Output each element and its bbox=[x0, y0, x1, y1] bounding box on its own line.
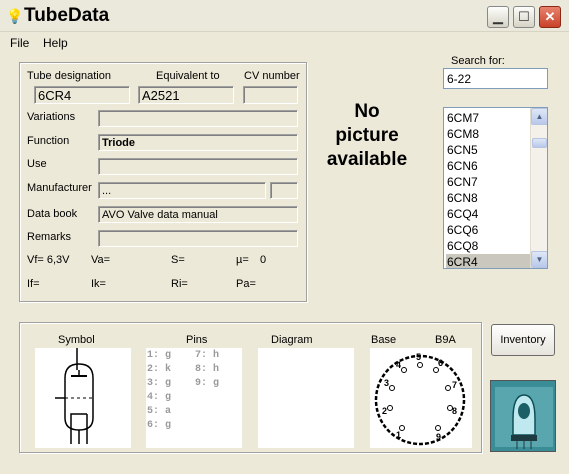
scroll-thumb[interactable] bbox=[532, 138, 547, 148]
no-picture-line2: picture bbox=[335, 125, 399, 146]
list-item[interactable]: 6CM7 bbox=[446, 110, 532, 126]
param-ik: Ik= bbox=[91, 278, 106, 290]
use-label: Use bbox=[27, 158, 47, 170]
base-pin-number: 5 bbox=[416, 352, 421, 362]
pin-entry: 2: k bbox=[147, 364, 172, 375]
base-pin-number: 6 bbox=[438, 358, 443, 368]
list-item[interactable]: 6CQ6 bbox=[446, 222, 532, 238]
listbox-scrollbar[interactable]: ▲ ▼ bbox=[530, 108, 547, 268]
close-button[interactable]: ✕ bbox=[539, 6, 561, 28]
title-bar: 💡 TubeData ▁ ☐ ✕ bbox=[0, 0, 569, 32]
list-item[interactable]: 6CQ8 bbox=[446, 238, 532, 254]
diagram-panel bbox=[258, 348, 354, 448]
pin-entry: 5: a bbox=[147, 406, 172, 417]
pin-entry: 9: g bbox=[195, 378, 220, 389]
symbol-label: Symbol bbox=[58, 334, 95, 346]
param-s: S= bbox=[171, 254, 185, 266]
cv-number-label: CV number bbox=[244, 70, 300, 82]
base-pin-number: 4 bbox=[396, 360, 401, 370]
pin-entry: 7: h bbox=[195, 350, 220, 361]
minimize-button[interactable]: ▁ bbox=[487, 6, 509, 28]
maximize-button[interactable]: ☐ bbox=[513, 6, 535, 28]
base-pin-number: 3 bbox=[384, 378, 389, 388]
triode-symbol-icon bbox=[55, 348, 94, 444]
manufacturer-label: Manufacturer bbox=[27, 182, 92, 194]
inventory-button[interactable]: Inventory bbox=[491, 324, 555, 356]
tube-designation-field[interactable]: 6CR4 bbox=[34, 86, 130, 104]
tube-designation-label: Tube designation bbox=[27, 70, 111, 82]
base-type-label: B9A bbox=[435, 334, 456, 346]
list-item[interactable]: 6CQ4 bbox=[446, 206, 532, 222]
param-pa: Pa= bbox=[236, 278, 256, 290]
no-picture-text: No picture available bbox=[312, 100, 422, 172]
menu-help[interactable]: Help bbox=[43, 36, 68, 50]
base-pin-number: 9 bbox=[436, 432, 441, 442]
use-field[interactable] bbox=[98, 158, 298, 175]
list-item-selected[interactable]: 6CR4 bbox=[446, 254, 532, 268]
param-va: Va= bbox=[91, 254, 111, 266]
menu-bar: File Help bbox=[0, 33, 569, 53]
remarks-label: Remarks bbox=[27, 231, 72, 243]
lightbulb-icon: 💡 bbox=[6, 8, 24, 24]
param-if: If= bbox=[27, 278, 40, 290]
variations-label: Variations bbox=[27, 111, 76, 123]
pin-entry: 1: g bbox=[147, 350, 172, 361]
pin-entry: 6: g bbox=[147, 420, 172, 431]
search-label: Search for: bbox=[451, 55, 505, 67]
pin-entry: 3: g bbox=[147, 378, 172, 389]
base-pin-number: 2 bbox=[382, 406, 387, 416]
param-mu: µ= bbox=[236, 254, 249, 266]
results-listbox[interactable]: 6CM7 6CM8 6CN5 6CN6 6CN7 6CN8 6CQ4 6CQ6 … bbox=[443, 107, 548, 269]
param-vf: Vf= 6,3V bbox=[27, 254, 70, 266]
manufacturer-extra-field[interactable] bbox=[270, 182, 298, 199]
scroll-up-icon[interactable]: ▲ bbox=[531, 108, 547, 125]
variations-field[interactable] bbox=[98, 110, 298, 127]
search-input[interactable]: 6-22 bbox=[443, 68, 548, 89]
equivalent-label: Equivalent to bbox=[156, 70, 220, 82]
menu-file[interactable]: File bbox=[10, 36, 29, 50]
list-item[interactable]: 6CN5 bbox=[446, 142, 532, 158]
base-pin-number: 8 bbox=[452, 406, 457, 416]
base-pin-number: 1 bbox=[396, 430, 401, 440]
list-item[interactable]: 6CN7 bbox=[446, 174, 532, 190]
function-label: Function bbox=[27, 135, 70, 147]
databook-field[interactable]: AVO Valve data manual bbox=[98, 206, 298, 223]
list-item[interactable]: 6CN8 bbox=[446, 190, 532, 206]
tube-logo-icon bbox=[490, 380, 556, 452]
pin-entry: 8: h bbox=[195, 364, 220, 375]
base-label: Base bbox=[371, 334, 397, 346]
manufacturer-field[interactable]: ... bbox=[98, 182, 266, 199]
pin-entry: 4: g bbox=[147, 392, 172, 403]
window-title: TubeData bbox=[24, 5, 110, 26]
cv-number-field[interactable] bbox=[243, 86, 298, 104]
base-pin-number: 7 bbox=[452, 380, 457, 390]
list-item[interactable]: 6CM8 bbox=[446, 126, 532, 142]
no-picture-line3: available bbox=[326, 149, 408, 170]
param-ri: Ri= bbox=[171, 278, 188, 290]
param-mu-value: 0 bbox=[260, 254, 267, 266]
b9a-base-diagram-icon: 4 5 6 3 7 2 8 1 9 bbox=[374, 352, 466, 446]
databook-label: Data book bbox=[27, 208, 78, 220]
list-item[interactable]: 6CN6 bbox=[446, 158, 532, 174]
scroll-down-icon[interactable]: ▼ bbox=[531, 251, 547, 268]
pins-panel: 1: g 2: k 3: g 4: g 5: a 6: g 7: h 8: h … bbox=[146, 348, 242, 448]
pins-label: Pins bbox=[186, 334, 208, 346]
base-panel: 4 5 6 3 7 2 8 1 9 bbox=[370, 348, 472, 448]
diagram-label: Diagram bbox=[271, 334, 313, 346]
function-field[interactable]: Triode bbox=[98, 134, 298, 151]
remarks-field[interactable] bbox=[98, 230, 298, 247]
equivalent-field[interactable]: A2521 bbox=[138, 86, 234, 104]
no-picture-line1: No bbox=[354, 101, 380, 122]
symbol-panel bbox=[35, 348, 131, 448]
